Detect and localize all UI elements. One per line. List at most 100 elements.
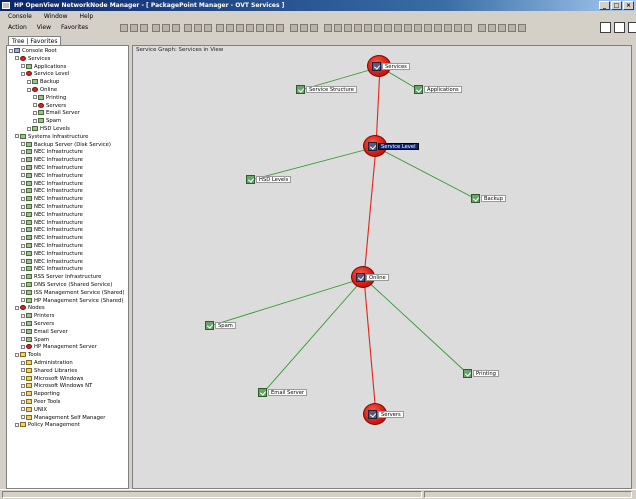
toolbar-view-button[interactable]: [628, 22, 636, 33]
expand-toggle-icon[interactable]: [21, 313, 25, 318]
expand-toggle-icon[interactable]: [21, 235, 25, 240]
expand-toggle-icon[interactable]: [21, 149, 25, 154]
expand-toggle-icon[interactable]: [21, 321, 25, 326]
tree-item[interactable]: Peer Tools: [21, 399, 60, 406]
toolbar-button[interactable]: [130, 24, 138, 32]
toolbar-button[interactable]: [434, 24, 442, 32]
tree-item[interactable]: Printing: [33, 94, 66, 102]
toolbar-button[interactable]: [246, 24, 254, 32]
toolbar-button[interactable]: [226, 24, 234, 32]
menu-action[interactable]: Action: [8, 23, 27, 33]
expand-toggle-icon[interactable]: [21, 173, 25, 178]
expand-toggle-icon[interactable]: [27, 79, 31, 84]
toolbar-button[interactable]: [334, 24, 342, 32]
expand-toggle-icon[interactable]: [21, 383, 25, 388]
tree-item[interactable]: Servers: [21, 321, 54, 328]
tree-item[interactable]: DNS Service (Shared Service): [21, 282, 112, 289]
toolbar-button[interactable]: [152, 24, 160, 32]
expand-toggle-icon[interactable]: [21, 407, 25, 412]
expand-toggle-icon[interactable]: [21, 227, 25, 232]
tree-item[interactable]: Systems Infrastructure: [15, 133, 88, 141]
tree-item[interactable]: Tools: [15, 352, 41, 359]
expand-toggle-icon[interactable]: [27, 126, 31, 131]
tree-item[interactable]: HP Management Server: [21, 344, 97, 351]
expand-toggle-icon[interactable]: [21, 329, 25, 334]
toolbar-button[interactable]: [454, 24, 462, 32]
tree-item[interactable]: Online: [27, 87, 57, 94]
toolbar-button[interactable]: [464, 24, 472, 32]
tree-item[interactable]: ISS Management Service (Shared): [21, 289, 125, 297]
tree-item[interactable]: NEC Infrastructure: [21, 258, 83, 266]
toolbar-button[interactable]: [324, 24, 332, 32]
toolbar-button[interactable]: [120, 24, 128, 32]
tree-item[interactable]: Spam: [33, 118, 61, 125]
tree-item[interactable]: NEC Infrastructure: [21, 227, 83, 234]
tree-item[interactable]: NEC Infrastructure: [21, 188, 83, 195]
toolbar-button[interactable]: [498, 24, 506, 32]
expand-toggle-icon[interactable]: [21, 157, 25, 162]
tree-item[interactable]: Administration: [21, 360, 73, 367]
expand-toggle-icon[interactable]: [33, 95, 37, 100]
toolbar-button[interactable]: [216, 24, 224, 32]
toolbar-button[interactable]: [424, 24, 432, 32]
tree-item[interactable]: NEC Infrastructure: [21, 250, 83, 258]
expand-toggle-icon[interactable]: [15, 422, 19, 427]
expand-toggle-icon[interactable]: [21, 251, 25, 256]
tree-item[interactable]: Backup: [27, 79, 59, 86]
tree-item[interactable]: Applications: [21, 63, 66, 71]
tree-item[interactable]: Reporting: [21, 391, 60, 398]
toolbar-button[interactable]: [236, 24, 244, 32]
expand-toggle-icon[interactable]: [21, 165, 25, 170]
tree-item[interactable]: NEC Infrastructure: [21, 196, 83, 203]
expand-toggle-icon[interactable]: [21, 220, 25, 225]
expand-toggle-icon[interactable]: [21, 391, 25, 396]
tree-item[interactable]: Policy Management: [15, 422, 80, 429]
expand-toggle-icon[interactable]: [21, 376, 25, 381]
expand-toggle-icon[interactable]: [21, 64, 25, 69]
tree-item[interactable]: Servers: [33, 102, 66, 110]
tree-item[interactable]: HSD Levels: [27, 126, 70, 133]
toolbar-button[interactable]: [266, 24, 274, 32]
tree-item[interactable]: NEC Infrastructure: [21, 266, 83, 273]
toolbar-button[interactable]: [290, 24, 298, 32]
tree-item[interactable]: Microsoft Windows NT: [21, 383, 92, 390]
expand-toggle-icon[interactable]: [15, 352, 19, 357]
tree-item[interactable]: Service Level: [21, 71, 69, 78]
title-bar[interactable]: HP OpenView NetworkNode Manager - [ Pack…: [0, 0, 636, 11]
tree-item[interactable]: Services: [15, 55, 50, 63]
expand-toggle-icon[interactable]: [21, 337, 25, 342]
menu-window[interactable]: Window: [44, 12, 68, 22]
tree-item[interactable]: NEC Infrastructure: [21, 149, 83, 156]
menu-console[interactable]: Console: [8, 12, 32, 22]
expand-toggle-icon[interactable]: [21, 290, 25, 295]
toolbar-button[interactable]: [374, 24, 382, 32]
close-button[interactable]: ×: [623, 1, 634, 10]
tree-item[interactable]: Console Root: [9, 48, 57, 55]
tree-item[interactable]: Management Self Manager: [21, 414, 105, 422]
tree-item[interactable]: NEC Infrastructure: [21, 157, 83, 164]
expand-toggle-icon[interactable]: [21, 360, 25, 365]
expand-toggle-icon[interactable]: [27, 87, 31, 92]
expand-toggle-icon[interactable]: [21, 204, 25, 209]
expand-toggle-icon[interactable]: [21, 399, 25, 404]
toolbar-button[interactable]: [204, 24, 212, 32]
toolbar-button[interactable]: [310, 24, 318, 32]
toolbar-view-button[interactable]: [600, 22, 611, 33]
toolbar-button[interactable]: [478, 24, 486, 32]
tree-item[interactable]: Email Server: [21, 328, 68, 336]
toolbar-button[interactable]: [414, 24, 422, 32]
tree-item[interactable]: NEC Infrastructure: [21, 165, 83, 172]
tree-item[interactable]: RSS Server Infrastructure: [21, 274, 101, 281]
toolbar-button[interactable]: [194, 24, 202, 32]
tree-item[interactable]: NEC Infrastructure: [21, 180, 83, 188]
toolbar-button[interactable]: [344, 24, 352, 32]
menu-view[interactable]: View: [37, 23, 51, 33]
expand-toggle-icon[interactable]: [21, 266, 25, 271]
expand-toggle-icon[interactable]: [15, 56, 19, 61]
tree-item[interactable]: Email Server: [33, 110, 80, 117]
toolbar-button[interactable]: [256, 24, 264, 32]
expand-toggle-icon[interactable]: [33, 110, 37, 115]
maximize-button[interactable]: □: [611, 1, 622, 10]
toolbar-button[interactable]: [162, 24, 170, 32]
tree-item[interactable]: NEC Infrastructure: [21, 211, 83, 219]
